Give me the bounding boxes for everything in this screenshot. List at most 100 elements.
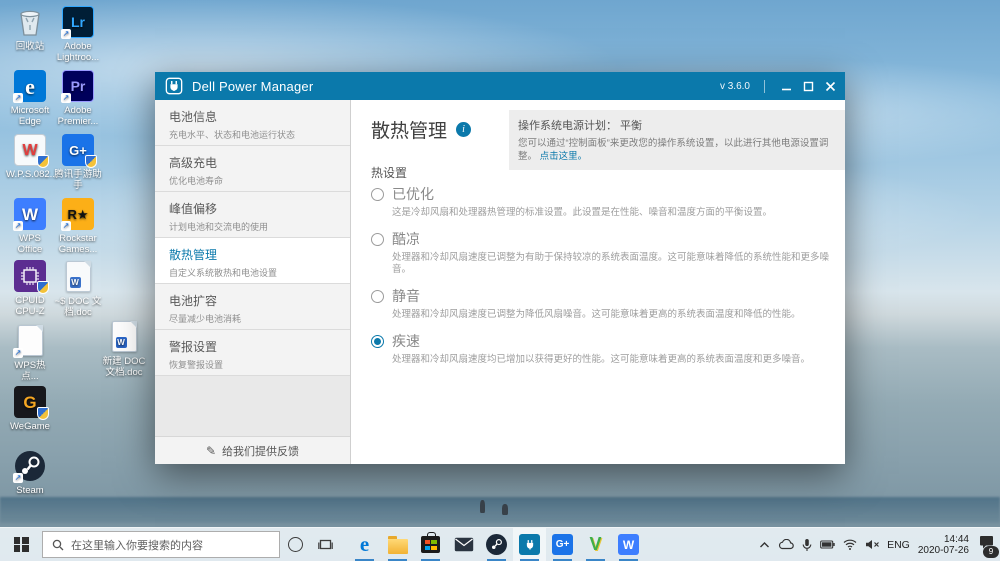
option-quiet-radio-row[interactable]: 静音: [371, 286, 831, 306]
desktop-icon-label: 回收站: [15, 41, 45, 52]
desktop-icon-edge[interactable]: e ↗ Microsoft Edge: [6, 70, 54, 127]
info-icon[interactable]: i: [456, 122, 472, 137]
taskbar-search-box[interactable]: 在这里输入你要搜索的内容: [42, 531, 280, 558]
window-titlebar[interactable]: Dell Power Manager v 3.6.0: [155, 72, 845, 100]
gameloop-icon: G+: [62, 134, 97, 168]
thermal-settings-label: 热设置: [371, 166, 408, 180]
sidebar-item-alert-settings[interactable]: 警报设置 恢复警报设置: [155, 330, 350, 376]
desktop-icon-cpuz[interactable]: CPUID CPU-Z: [6, 260, 54, 317]
steam-icon: [486, 534, 507, 555]
tray-chevron-up-icon[interactable]: [759, 541, 770, 549]
pencil-icon: ✎: [205, 443, 217, 458]
action-center-button[interactable]: 9: [979, 535, 999, 558]
taskbar-app-store[interactable]: [414, 528, 447, 561]
desktop-icon-lightroom[interactable]: Lr ↗ Adobe Lightroo...: [54, 6, 102, 63]
desktop-icon-recycle-bin[interactable]: 回收站: [6, 6, 54, 52]
desktop-icon-gameloop[interactable]: G+ 腾讯手游助手: [54, 134, 102, 191]
edge-icon: e: [359, 532, 370, 556]
person-silhouette: [480, 500, 485, 513]
sidebar-filler: [155, 376, 350, 436]
system-tray: ENG 14:44 2020-07-26 9: [759, 534, 1000, 558]
taskbar-app-file-explorer[interactable]: [381, 528, 414, 561]
shortcut-arrow-icon: ↗: [13, 221, 23, 231]
radio-unselected-icon[interactable]: [371, 232, 384, 246]
option-cool: 酷凉 处理器和冷却风扇速度已调整为有助于保持较凉的系统表面温度。这可能意味着降低…: [371, 229, 831, 276]
shortcut-arrow-icon: ↗: [13, 473, 23, 483]
task-view-icon: [317, 539, 333, 550]
taskbar-app-wps[interactable]: W: [612, 528, 645, 561]
taskbar-app-dell-power-manager[interactable]: [513, 528, 546, 561]
radio-selected-icon[interactable]: [371, 334, 384, 348]
desktop-icon-wegame[interactable]: G WeGame: [6, 386, 54, 432]
volume-muted-icon[interactable]: [865, 539, 880, 550]
shortcut-arrow-icon: ↗: [13, 93, 23, 103]
taskbar-app-edge[interactable]: e: [348, 528, 381, 561]
desktop-icon-blank-file[interactable]: ↗ WPS热点...: [6, 324, 54, 382]
shortcut-arrow-icon: ↗: [61, 221, 71, 231]
taskbar-app-steam[interactable]: [480, 528, 513, 561]
battery-icon[interactable]: [820, 540, 835, 549]
desktop-icon-label: Adobe Lightroo...: [56, 41, 100, 63]
search-placeholder: 在这里输入你要搜索的内容: [71, 539, 203, 552]
desktop-icon-premiere[interactable]: Pr ↗ Adobe Premier...: [54, 70, 102, 127]
desktop-icon-wps-office[interactable]: W ↗ WPS Office: [6, 198, 54, 255]
sidebar-item-thermal-management[interactable]: 散热管理 自定义系统散热和电池设置: [155, 238, 350, 284]
recycle-bin-icon: [14, 6, 46, 38]
language-indicator[interactable]: ENG: [887, 539, 910, 551]
taskbar-clock[interactable]: 14:44 2020-07-26: [918, 534, 969, 556]
sidebar-item-peak-shift[interactable]: 峰值偏移 计划电池和交流电的使用: [155, 192, 350, 238]
dell-power-manager-logo-icon: [165, 77, 183, 95]
taskbar-app-gameloop[interactable]: G+: [546, 528, 579, 561]
option-description: 这是冷却风扇和处理器热管理的标准设置。此设置是在性能、噪音和温度方面的平衡设置。: [392, 207, 773, 218]
uac-shield-icon: [37, 281, 49, 294]
option-optimized-radio-row[interactable]: 已优化: [371, 184, 831, 204]
file-explorer-icon: [387, 535, 408, 554]
close-button[interactable]: [819, 72, 841, 100]
desktop-icon-rockstar[interactable]: R★ ↗ Rockstar Games...: [54, 198, 102, 255]
desktop-icon-label: Adobe Premier...: [57, 105, 99, 127]
search-icon: [52, 539, 64, 550]
wifi-icon[interactable]: [843, 539, 857, 550]
desktop-icon-label: WeGame: [10, 421, 50, 432]
sidebar: 电池信息 充电水平、状态和电池运行状态 高级充电 优化电池寿命 峰值偏移 计划电…: [155, 100, 351, 464]
power-plan-link[interactable]: 点击这里。: [540, 151, 588, 162]
word-doc-icon: W: [108, 321, 140, 353]
desktop-icon-word-temp[interactable]: W ~$ DOC 文档.doc: [54, 260, 102, 318]
notification-badge: 9: [983, 546, 999, 558]
radio-unselected-icon[interactable]: [371, 187, 384, 201]
cortana-button[interactable]: [280, 528, 310, 561]
start-button[interactable]: [0, 528, 42, 561]
shortcut-arrow-icon: ↗: [61, 29, 71, 39]
desktop-icon-steam[interactable]: ↗ Steam: [6, 450, 54, 496]
microsoft-store-icon: [421, 532, 440, 553]
desktop-icon-wps-installer[interactable]: W W.P.S.082...: [6, 134, 58, 180]
desktop-icon-label: W.P.S.082...: [6, 169, 58, 180]
uac-shield-icon: [85, 155, 97, 168]
person-silhouette: [502, 504, 508, 515]
minimize-button[interactable]: [775, 72, 797, 100]
taskbar-app-v[interactable]: V: [579, 528, 612, 561]
desktop-icon-word-doc[interactable]: W 新建 DOC 文档.doc: [100, 320, 148, 378]
wps-icon: W: [618, 534, 639, 555]
onedrive-cloud-icon[interactable]: [778, 539, 794, 550]
windows-logo-icon: [13, 537, 29, 552]
desktop-icon-label: ~$ DOC 文档.doc: [54, 296, 102, 318]
shortcut-arrow-icon: ↗: [13, 348, 23, 358]
uac-shield-icon: [37, 407, 49, 420]
sidebar-item-battery-information[interactable]: 电池信息 充电水平、状态和电池运行状态: [155, 100, 350, 146]
feedback-button[interactable]: ✎ 给我们提供反馈: [155, 436, 350, 464]
wps-office-icon: W ↗: [13, 198, 46, 231]
desktop-icon-label: Steam: [16, 485, 44, 496]
maximize-button[interactable]: [797, 72, 819, 100]
option-ultra-performance-radio-row[interactable]: 疾速: [371, 331, 831, 351]
task-view-button[interactable]: [310, 528, 340, 561]
option-cool-radio-row[interactable]: 酷凉: [371, 229, 831, 249]
uac-shield-icon: [37, 155, 49, 168]
radio-unselected-icon[interactable]: [371, 289, 384, 303]
sidebar-item-battery-extender[interactable]: 电池扩容 尽量减少电池消耗: [155, 284, 350, 330]
microphone-icon[interactable]: [802, 538, 812, 552]
taskbar-app-mail[interactable]: [447, 528, 480, 561]
sidebar-item-advanced-charge[interactable]: 高级充电 优化电池寿命: [155, 146, 350, 192]
premiere-icon: Pr ↗: [61, 70, 94, 103]
desktop-icon-label: CPUID CPU-Z: [15, 295, 45, 317]
